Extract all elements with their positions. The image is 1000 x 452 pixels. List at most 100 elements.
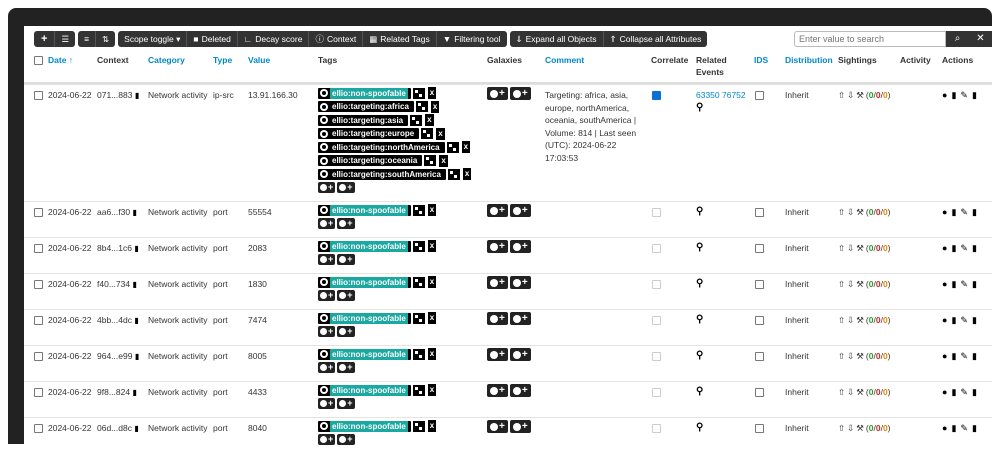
header-date[interactable]: Date ↑: [48, 54, 73, 66]
add-tag-button[interactable]: +: [318, 397, 336, 409]
remove-tag-icon[interactable]: x: [430, 205, 434, 214]
doc-icon[interactable]: ▮: [132, 388, 136, 397]
search-icon[interactable]: ⚲: [696, 350, 703, 362]
comment-icon[interactable]: ●: [942, 278, 947, 290]
expand-all-objects-button[interactable]: ⇓ Expand all Objects: [509, 31, 604, 47]
add-local-tag-button[interactable]: +: [337, 253, 355, 265]
add-tag-button[interactable]: +: [318, 181, 336, 193]
shuffle-icon[interactable]: ⇅: [96, 31, 116, 47]
trash-icon[interactable]: ▮: [972, 350, 977, 362]
edit-icon[interactable]: ✎: [960, 422, 968, 434]
edit-icon[interactable]: ✎: [960, 314, 968, 326]
header-comment[interactable]: Comment: [545, 54, 584, 66]
add-tag-button[interactable]: +: [318, 433, 336, 445]
trash-icon[interactable]: ▮: [972, 386, 977, 398]
add-local-tag-button[interactable]: +: [337, 289, 355, 301]
remove-tag-icon[interactable]: x: [430, 421, 434, 430]
trash-icon[interactable]: ▮: [972, 314, 977, 326]
scope-toggle-button[interactable]: Scope toggle ▾: [118, 31, 188, 47]
related-tags-icon[interactable]: [412, 87, 425, 99]
tag-chip[interactable]: ellio:non-spoofable: [318, 240, 411, 252]
edit-icon[interactable]: ✎: [960, 89, 968, 101]
edit-icon[interactable]: ✎: [960, 278, 968, 290]
add-tag-button[interactable]: +: [318, 325, 336, 337]
header-ids[interactable]: IDS: [754, 54, 768, 66]
add-tag-button[interactable]: +: [318, 289, 336, 301]
attr-value[interactable]: 2083: [248, 242, 267, 254]
search-icon[interactable]: ⚲: [696, 314, 703, 326]
add-local-galaxy-button[interactable]: +: [509, 87, 531, 100]
comment-icon[interactable]: ●: [942, 386, 947, 398]
remove-tag-icon[interactable]: x: [430, 88, 434, 97]
doc-icon[interactable]: ▮: [132, 280, 136, 289]
remove-tag-icon[interactable]: x: [465, 169, 469, 178]
filtering-tool-button[interactable]: ▼ Filtering tool: [436, 31, 507, 47]
wrench-icon[interactable]: ⚒: [856, 278, 864, 290]
add-local-tag-button[interactable]: +: [337, 433, 355, 445]
row-checkbox[interactable]: [34, 388, 43, 397]
add-galaxy-button[interactable]: +: [487, 384, 508, 397]
doc-icon[interactable]: ▮: [135, 352, 139, 361]
doc-icon[interactable]: ▮: [134, 244, 138, 253]
related-tags-icon[interactable]: [412, 384, 425, 396]
lines-icon[interactable]: ≡: [78, 31, 97, 47]
wrench-icon[interactable]: ⚒: [856, 422, 864, 434]
thumbs-down-icon[interactable]: ⇩: [847, 278, 854, 290]
delete-icon[interactable]: ▮: [951, 206, 956, 218]
header-distribution[interactable]: Distribution: [785, 54, 833, 66]
delete-icon[interactable]: ▮: [951, 314, 956, 326]
row-checkbox[interactable]: [34, 352, 43, 361]
delete-icon[interactable]: ▮: [951, 278, 956, 290]
remove-tag-icon[interactable]: x: [430, 241, 434, 250]
add-galaxy-button[interactable]: +: [487, 204, 508, 217]
tag-chip[interactable]: ellio:non-spoofable: [318, 204, 411, 216]
thumbs-down-icon[interactable]: ⇩: [847, 422, 854, 434]
edit-icon[interactable]: ✎: [960, 206, 968, 218]
header-category[interactable]: Category: [148, 54, 185, 66]
thumbs-down-icon[interactable]: ⇩: [847, 386, 854, 398]
delete-icon[interactable]: ▮: [951, 386, 956, 398]
ids-checkbox[interactable]: [755, 244, 764, 253]
search-icon[interactable]: ⚲: [696, 102, 703, 114]
add-local-tag-button[interactable]: +: [337, 217, 355, 229]
row-checkbox[interactable]: [34, 424, 43, 433]
remove-tag-icon[interactable]: x: [427, 115, 431, 124]
ids-checkbox[interactable]: [755, 208, 764, 217]
tag-chip[interactable]: ellio:non-spoofable: [318, 420, 411, 432]
remove-tag-icon[interactable]: x: [430, 385, 434, 394]
tag-chip[interactable]: ellio:targeting:southAmerica: [318, 168, 446, 180]
row-checkbox[interactable]: [34, 244, 43, 253]
related-tags-icon[interactable]: [412, 276, 425, 288]
remove-tag-icon[interactable]: x: [430, 313, 434, 322]
related-tags-icon[interactable]: [412, 204, 425, 216]
select-all-checkbox[interactable]: [34, 56, 43, 65]
add-local-tag-button[interactable]: +: [337, 325, 355, 337]
tag-chip[interactable]: ellio:non-spoofable: [318, 384, 411, 396]
related-tags-icon[interactable]: [421, 128, 434, 139]
add-local-galaxy-button[interactable]: +: [509, 384, 531, 397]
search-input[interactable]: [794, 31, 946, 47]
attr-value[interactable]: 1830: [248, 278, 267, 290]
thumbs-up-icon[interactable]: ⇧: [838, 422, 845, 434]
add-local-tag-button[interactable]: +: [337, 181, 355, 193]
attr-value[interactable]: 7474: [248, 314, 267, 326]
wrench-icon[interactable]: ⚒: [856, 350, 864, 362]
trash-icon[interactable]: ▮: [972, 89, 977, 101]
tag-chip[interactable]: ellio:non-spoofable: [318, 348, 411, 360]
add-local-galaxy-button[interactable]: +: [509, 420, 531, 433]
related-tags-icon[interactable]: [410, 114, 423, 126]
list-icon[interactable]: ☰: [55, 31, 76, 47]
add-local-galaxy-button[interactable]: +: [509, 276, 531, 289]
add-galaxy-button[interactable]: +: [487, 87, 508, 100]
delete-icon[interactable]: ▮: [951, 242, 956, 254]
ids-checkbox[interactable]: [755, 424, 764, 433]
tag-chip[interactable]: ellio:non-spoofable: [318, 312, 411, 324]
thumbs-up-icon[interactable]: ⇧: [838, 278, 845, 290]
delete-icon[interactable]: ▮: [951, 350, 956, 362]
ids-checkbox[interactable]: [755, 388, 764, 397]
attr-value[interactable]: 13.91.166.30: [248, 89, 298, 101]
attr-value[interactable]: 8040: [248, 422, 267, 434]
tag-chip[interactable]: ellio:targeting:africa: [318, 101, 414, 112]
attr-value[interactable]: 4433: [248, 386, 267, 398]
thumbs-up-icon[interactable]: ⇧: [838, 242, 845, 254]
